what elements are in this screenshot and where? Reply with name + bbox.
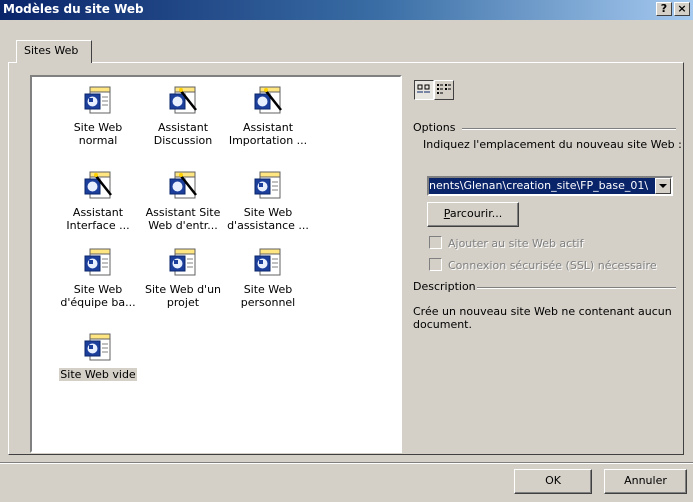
template-label: Site Web d'un projet [144, 283, 222, 309]
template-item[interactable]: Site Web d'assistance ... [222, 170, 314, 232]
checkbox-box [429, 258, 442, 271]
options-divider [462, 128, 676, 130]
tab-sites-web[interactable]: Sites Web [16, 40, 92, 63]
options-heading: Options [413, 121, 456, 134]
browse-label: arcourir... [449, 207, 503, 220]
large-icons-icon [417, 84, 430, 93]
template-item[interactable]: Site Web personnel [222, 247, 314, 309]
web-page-icon [254, 248, 281, 276]
template-label: Site Web personnel [240, 283, 296, 309]
template-label: Site Web vide [59, 368, 137, 381]
template-item[interactable]: Site Web d'équipe ba... [52, 247, 144, 309]
checkbox-box [429, 236, 442, 249]
web-page-icon [254, 171, 281, 199]
template-label: Assistant Interface ... [66, 206, 130, 232]
title-bar: Modèles du site Web ? × [0, 0, 693, 20]
web-page-icon [84, 333, 111, 361]
list-view-button[interactable] [434, 80, 454, 100]
template-label: Assistant Discussion [153, 121, 213, 147]
template-item[interactable]: Assistant Interface ... [52, 170, 144, 232]
ssl-connection-checkbox[interactable]: Connexion sécurisée (SSL) nécessaire [429, 258, 657, 272]
web-page-icon [84, 86, 111, 114]
ok-button[interactable]: OK [514, 469, 592, 494]
large-icons-view-button[interactable] [414, 80, 434, 100]
help-button[interactable]: ? [656, 2, 672, 16]
template-label: Site Web normal [73, 121, 123, 147]
template-item-selected[interactable]: Site Web vide [52, 332, 144, 381]
template-item[interactable]: Assistant Discussion [137, 85, 229, 147]
list-icon [437, 84, 451, 94]
web-page-icon [84, 248, 111, 276]
template-label: Site Web d'équipe ba... [60, 283, 136, 309]
chevron-down-icon[interactable] [655, 178, 671, 194]
wizard-icon [169, 86, 197, 114]
template-label: Assistant Importation ... [228, 121, 308, 147]
browse-button[interactable]: Parcourir... [427, 202, 519, 227]
wizard-icon [254, 86, 282, 114]
add-to-active-site-checkbox[interactable]: Ajouter au site Web actif [429, 236, 583, 250]
close-button[interactable]: × [674, 2, 690, 16]
template-item[interactable]: Site Web normal [52, 85, 144, 147]
template-label: Site Web d'assistance ... [227, 206, 309, 232]
location-prompt: Indiquez l'emplacement du nouveau site W… [423, 138, 682, 151]
wizard-icon [169, 171, 197, 199]
cancel-button[interactable]: Annuler [604, 469, 687, 494]
description-text: Crée un nouveau site Web ne contenant au… [413, 305, 672, 331]
location-value: nents\Glenan\creation_site\FP_base_01\ [429, 178, 655, 194]
templates-list[interactable]: Site Web normal Assistant Discussion Assi… [30, 75, 402, 453]
web-page-icon [169, 248, 196, 276]
window-title: Modèles du site Web [3, 2, 144, 16]
location-combobox[interactable]: nents\Glenan\creation_site\FP_base_01\ [427, 176, 673, 196]
wizard-icon [84, 171, 112, 199]
description-heading: Description [413, 280, 476, 293]
template-item[interactable]: Assistant Importation ... [222, 85, 314, 147]
template-item[interactable]: Site Web d'un projet [137, 247, 229, 309]
template-label: Assistant Site Web d'entr... [145, 206, 221, 232]
footer-divider [0, 462, 693, 464]
template-item[interactable]: Assistant Site Web d'entr... [137, 170, 229, 232]
description-divider [477, 287, 676, 289]
